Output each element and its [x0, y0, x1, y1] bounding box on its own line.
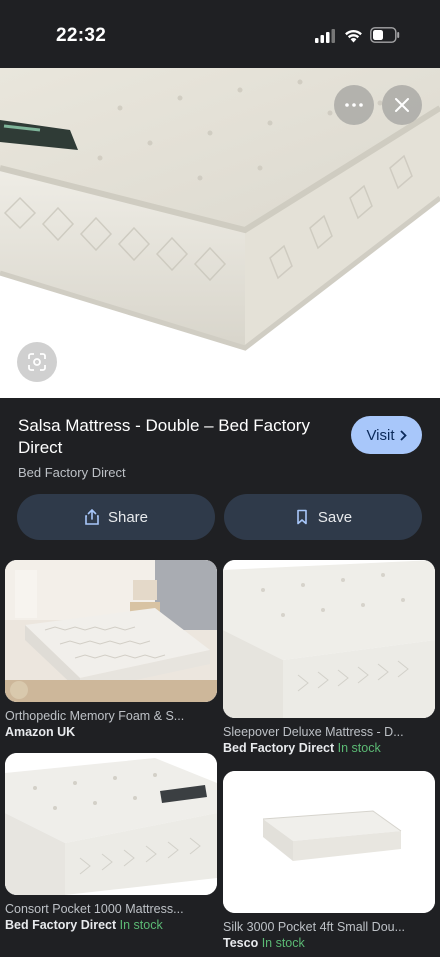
chevron-right-icon	[399, 429, 407, 441]
related-store: Bed Factory Direct In stock	[223, 741, 435, 755]
lens-icon	[28, 353, 46, 371]
stock-status: In stock	[119, 918, 163, 932]
share-label: Share	[107, 508, 149, 526]
related-card[interactable]: Silk 3000 Pocket 4ft Small Dou... Tesco …	[223, 771, 435, 950]
stock-status: In stock	[261, 936, 305, 950]
related-store: Bed Factory Direct In stock	[5, 918, 217, 932]
related-name: Silk 3000 Pocket 4ft Small Dou...	[223, 920, 406, 934]
stock-status: In stock	[337, 741, 381, 755]
status-time: 22:32	[56, 25, 107, 46]
related-card[interactable]: Orthopedic Memory Foam & S... Amazon UK	[5, 560, 217, 739]
store-name: Bed Factory Direct	[5, 918, 117, 932]
more-horizontal-icon	[345, 103, 363, 107]
product-title[interactable]: Salsa Mattress - Double – Bed Factory Di…	[18, 415, 318, 459]
related-thumbnail[interactable]	[223, 560, 435, 718]
related-name: Sleepover Deluxe Mattress - D...	[223, 725, 404, 739]
visit-button[interactable]: Visit	[351, 416, 422, 454]
product-info-panel: Salsa Mattress - Double – Bed Factory Di…	[0, 398, 440, 558]
more-options-button[interactable]	[334, 85, 374, 125]
store-name: Tesco	[223, 936, 259, 950]
related-thumbnail[interactable]	[5, 753, 217, 895]
save-label: Save	[317, 508, 353, 526]
wifi-icon	[345, 29, 362, 43]
mattress-product-image	[223, 771, 435, 913]
share-icon	[85, 509, 99, 525]
lens-search-button[interactable]	[17, 342, 57, 382]
related-name: Orthopedic Memory Foam & S...	[5, 709, 185, 723]
mattress-room-image	[5, 560, 217, 702]
mattress-pillowtop-image	[223, 560, 435, 718]
product-hero-image[interactable]	[0, 68, 440, 398]
related-name: Consort Pocket 1000 Mattress...	[5, 902, 184, 916]
product-source: Bed Factory Direct	[18, 465, 126, 480]
cellular-signal-icon	[315, 29, 335, 43]
related-card[interactable]: Sleepover Deluxe Mattress - D... Bed Fac…	[223, 560, 435, 755]
close-icon	[395, 98, 409, 112]
related-card[interactable]: Consort Pocket 1000 Mattress... Bed Fact…	[5, 753, 217, 932]
battery-icon	[370, 27, 400, 43]
store-name: Amazon UK	[5, 725, 76, 739]
close-button[interactable]	[382, 85, 422, 125]
bookmark-icon	[297, 509, 307, 525]
related-store: Amazon UK	[5, 725, 217, 739]
related-thumbnail[interactable]	[5, 560, 217, 702]
save-button[interactable]: Save	[224, 494, 422, 540]
related-thumbnail[interactable]	[223, 771, 435, 913]
mattress-photo	[0, 68, 440, 398]
related-store: Tesco In stock	[223, 936, 435, 950]
status-bar: 22:32	[0, 0, 440, 68]
mattress-pocket-image	[5, 753, 217, 895]
visit-label: Visit	[366, 426, 395, 444]
store-name: Bed Factory Direct	[223, 741, 335, 755]
related-results-grid: Orthopedic Memory Foam & S... Amazon UK …	[0, 558, 440, 957]
share-button[interactable]: Share	[17, 494, 215, 540]
